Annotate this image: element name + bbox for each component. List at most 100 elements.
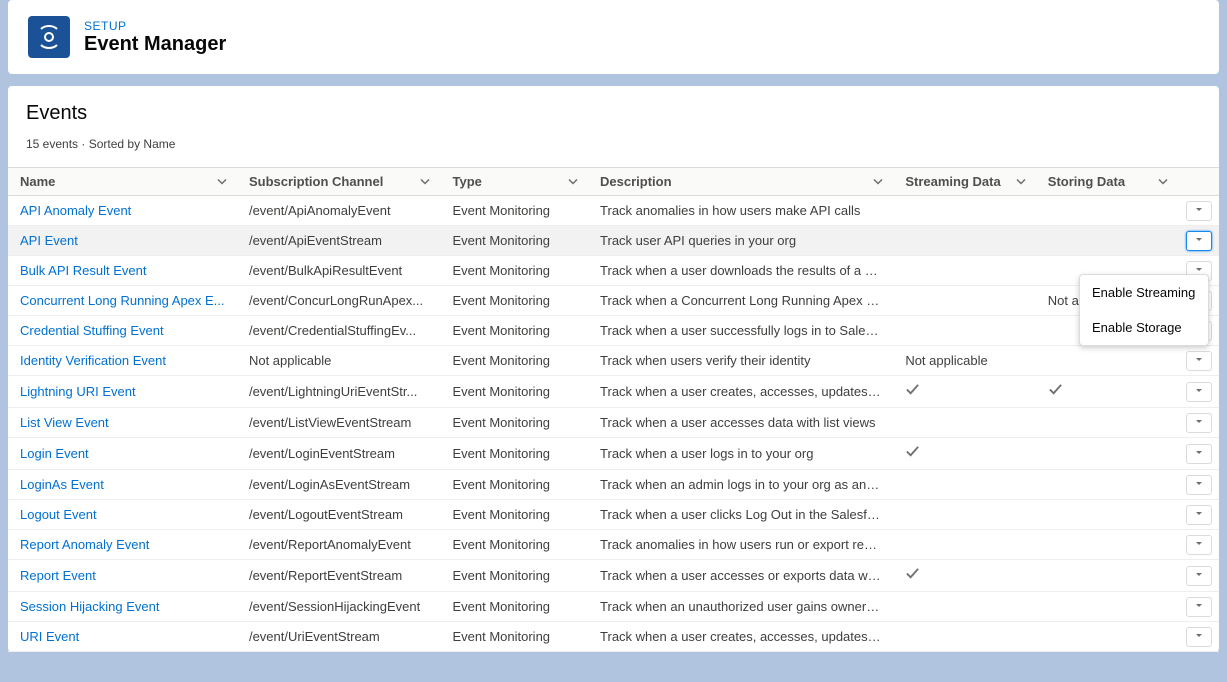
col-header-subscription-label: Subscription Channel <box>249 174 383 189</box>
menu-enable-storage[interactable]: Enable Storage <box>1080 310 1208 345</box>
cell-streaming <box>893 530 1035 560</box>
table-row: Report Anomaly Event/event/ReportAnomaly… <box>8 530 1219 560</box>
events-card: Events 15 events · Sorted by Name Name <box>8 86 1219 652</box>
cell-name: Logout Event <box>8 500 237 530</box>
chevron-down-icon[interactable] <box>568 174 578 189</box>
cell-streaming <box>893 470 1035 500</box>
chevron-down-icon <box>1194 353 1204 368</box>
cell-description: Track when a user accesses data with lis… <box>588 408 893 438</box>
col-header-storing[interactable]: Storing Data <box>1036 168 1178 196</box>
cell-name: URI Event <box>8 622 237 652</box>
event-name-link[interactable]: Report Event <box>20 568 96 583</box>
event-name-link[interactable]: API Event <box>20 233 78 248</box>
event-name-link[interactable]: Logout Event <box>20 507 97 522</box>
table-row: Concurrent Long Running Apex E.../event/… <box>8 286 1219 316</box>
col-header-streaming[interactable]: Streaming Data <box>893 168 1035 196</box>
cell-name: LoginAs Event <box>8 470 237 500</box>
col-header-type[interactable]: Type <box>440 168 588 196</box>
row-action-button[interactable] <box>1186 351 1212 371</box>
cell-subscription: /event/CredentialStuffingEv... <box>237 316 441 346</box>
cell-storing <box>1036 226 1178 256</box>
cell-subscription: Not applicable <box>237 346 441 376</box>
table-row: URI Event/event/UriEventStreamEvent Moni… <box>8 622 1219 652</box>
check-icon <box>1048 384 1063 401</box>
cell-name: Credential Stuffing Event <box>8 316 237 346</box>
menu-enable-streaming[interactable]: Enable Streaming <box>1080 275 1208 310</box>
row-action-button[interactable] <box>1186 597 1212 617</box>
row-action-button[interactable] <box>1186 505 1212 525</box>
cell-storing <box>1036 470 1178 500</box>
row-action-button[interactable] <box>1186 475 1212 495</box>
event-name-link[interactable]: Session Hijacking Event <box>20 599 159 614</box>
chevron-down-icon <box>1194 599 1204 614</box>
event-name-link[interactable]: URI Event <box>20 629 79 644</box>
cell-actions <box>1178 196 1219 226</box>
cell-streaming <box>893 438 1035 470</box>
event-name-link[interactable]: Lightning URI Event <box>20 384 136 399</box>
event-name-link[interactable]: Identity Verification Event <box>20 353 166 368</box>
cell-name: API Event <box>8 226 237 256</box>
cell-description: Track when a user downloads the results … <box>588 256 893 286</box>
check-icon <box>905 568 920 585</box>
chevron-down-icon[interactable] <box>217 174 227 189</box>
cell-type: Event Monitoring <box>440 438 588 470</box>
cell-storing <box>1036 346 1178 376</box>
chevron-down-icon[interactable] <box>420 174 430 189</box>
row-action-button[interactable] <box>1186 382 1212 402</box>
cell-description: Track when a user successfully logs in t… <box>588 316 893 346</box>
cell-actions <box>1178 346 1219 376</box>
cell-description: Track when a user creates, accesses, upd… <box>588 376 893 408</box>
cell-type: Event Monitoring <box>440 530 588 560</box>
cell-subscription: /event/UriEventStream <box>237 622 441 652</box>
chevron-down-icon[interactable] <box>1158 174 1168 189</box>
cell-actions <box>1178 500 1219 530</box>
cell-description: Track when a Concurrent Long Running Ape… <box>588 286 893 316</box>
cell-subscription: /event/ReportEventStream <box>237 560 441 592</box>
cell-storing <box>1036 560 1178 592</box>
event-name-link[interactable]: Credential Stuffing Event <box>20 323 164 338</box>
table-row: Identity Verification Event Not applicabl… <box>8 346 1219 376</box>
cell-streaming <box>893 500 1035 530</box>
cell-name: Concurrent Long Running Apex E... <box>8 286 237 316</box>
event-name-link[interactable]: LoginAs Event <box>20 477 104 492</box>
cell-storing <box>1036 622 1178 652</box>
cell-type: Event Monitoring <box>440 286 588 316</box>
col-header-name-label: Name <box>20 174 55 189</box>
chevron-down-icon[interactable] <box>873 174 883 189</box>
cell-type: Event Monitoring <box>440 226 588 256</box>
cell-streaming <box>893 226 1035 256</box>
cell-description: Track when a user logs in to your org <box>588 438 893 470</box>
cell-streaming <box>893 622 1035 652</box>
chevron-down-icon <box>1194 629 1204 644</box>
cell-subscription: /event/LightningUriEventStr... <box>237 376 441 408</box>
chevron-down-icon[interactable] <box>1016 174 1026 189</box>
cell-streaming <box>893 376 1035 408</box>
table-row: List View Event/event/ListViewEventStrea… <box>8 408 1219 438</box>
col-header-subscription[interactable]: Subscription Channel <box>237 168 441 196</box>
col-header-description[interactable]: Description <box>588 168 893 196</box>
event-name-link[interactable]: Login Event <box>20 446 89 461</box>
event-name-link[interactable]: List View Event <box>20 415 109 430</box>
row-action-button[interactable] <box>1186 201 1212 221</box>
cell-streaming <box>893 592 1035 622</box>
cell-storing <box>1036 500 1178 530</box>
row-action-button[interactable] <box>1186 231 1212 251</box>
event-name-link[interactable]: Bulk API Result Event <box>20 263 146 278</box>
row-action-button[interactable] <box>1186 627 1212 647</box>
event-manager-icon <box>28 16 70 58</box>
event-name-link[interactable]: Concurrent Long Running Apex E... <box>20 293 225 308</box>
cell-storing <box>1036 438 1178 470</box>
row-action-button[interactable] <box>1186 566 1212 586</box>
col-header-name[interactable]: Name <box>8 168 237 196</box>
table-row: Credential Stuffing Event/event/Credenti… <box>8 316 1219 346</box>
event-name-link[interactable]: Report Anomaly Event <box>20 537 149 552</box>
row-action-button[interactable] <box>1186 535 1212 555</box>
cell-name: Login Event <box>8 438 237 470</box>
cell-storing <box>1036 592 1178 622</box>
cell-actions <box>1178 438 1219 470</box>
cell-subscription: /event/LogoutEventStream <box>237 500 441 530</box>
row-action-button[interactable] <box>1186 413 1212 433</box>
event-name-link[interactable]: API Anomaly Event <box>20 203 131 218</box>
cell-streaming <box>893 256 1035 286</box>
row-action-button[interactable] <box>1186 444 1212 464</box>
